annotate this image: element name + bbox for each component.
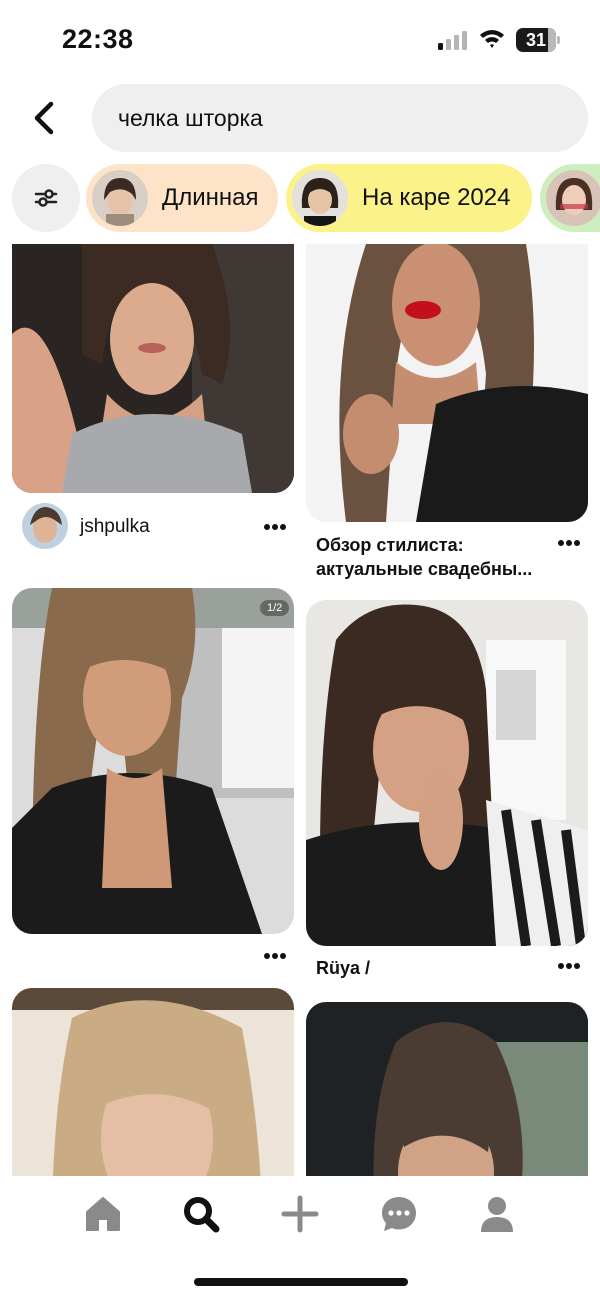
chip-label: Длинная [162,184,259,211]
home-icon [86,1197,120,1231]
chip-thumbnail [546,170,600,226]
chip-na-kare-2024[interactable]: На каре 2024 [286,164,532,232]
filter-chips: Длинная На каре 2024 [0,164,600,234]
chip-third[interactable] [540,164,600,232]
more-horizontal-icon[interactable] [263,952,287,960]
nav-messages[interactable] [375,1190,423,1238]
chat-icon [382,1197,416,1231]
bottom-nav [0,1176,600,1297]
more-horizontal-icon[interactable] [263,523,287,531]
chip-thumbnail [292,170,348,226]
filter-button[interactable] [12,164,80,232]
pin-image[interactable] [306,1002,588,1176]
pin-username[interactable]: jshpulka [80,516,150,538]
chevron-left-icon [34,101,54,135]
pin-image[interactable] [12,588,294,934]
search-query[interactable]: челка шторка [118,105,263,132]
avatar[interactable] [22,503,68,549]
sliders-icon [34,189,58,207]
more-horizontal-icon[interactable] [557,539,581,547]
pin-image[interactable] [12,988,294,1176]
home-indicator [194,1278,408,1286]
battery-level: 31 [525,30,547,50]
pin-title-line: актуальные свадебны... [316,559,533,579]
plus-icon [281,1195,319,1233]
chip-label: На каре 2024 [362,184,511,211]
pin-page-badge: 1/2 [260,600,290,616]
search-input[interactable]: челка шторка [92,84,588,152]
profile-icon [481,1197,513,1232]
pin-image[interactable] [306,600,588,946]
pin-title[interactable]: Обзор стилиста: актуальные свадебны... [316,533,532,581]
pin-image[interactable] [306,244,588,522]
chip-thumbnail [92,170,148,226]
signal-icon [438,31,467,50]
back-button[interactable] [22,96,66,140]
battery-icon: 31 [516,28,560,52]
nav-search[interactable] [177,1190,225,1238]
nav-create[interactable] [276,1190,324,1238]
nav-home[interactable] [79,1190,127,1238]
status-bar: 22:38 31 [0,0,600,80]
chip-dlinnaya[interactable]: Длинная [86,164,278,232]
pin-feed: jshpulka Обзор стилиста: актуальные свад… [0,244,600,1176]
more-horizontal-icon[interactable] [557,962,581,970]
status-time: 22:38 [62,24,134,54]
nav-profile[interactable] [473,1190,521,1238]
pin-title-line: Обзор стилиста: [316,535,464,555]
pin-image[interactable] [12,244,294,493]
search-icon [184,1197,220,1233]
wifi-icon [480,30,504,48]
pin-title[interactable]: Rüya / [316,956,370,980]
